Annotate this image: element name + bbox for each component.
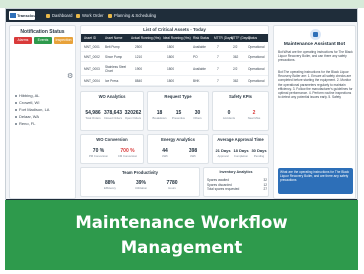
metric: 30 Others <box>193 110 202 120</box>
list-item[interactable]: Reno, FL <box>15 120 75 127</box>
settings-icon[interactable]: ⚙ <box>67 73 74 80</box>
table-title: List of Critical Assets - Today <box>143 27 206 32</box>
list-item: Total spares requested 27 <box>207 187 267 191</box>
notification-panel: Notification Status Alarms Events Inspec… <box>9 25 76 199</box>
metric: 320262 Open Orders <box>124 110 142 120</box>
energy-analytics-card: Energy Analytics 44 kWh 398 kWh <box>147 134 209 164</box>
metric: 44 kWh <box>162 148 168 158</box>
metric: 15 Preventive <box>171 110 186 120</box>
request-type-card: Request Type 18 Breakdown 15 Preventive 30… <box>147 91 209 131</box>
events-button[interactable]: Events <box>34 37 52 44</box>
column-header: Status <box>248 36 258 40</box>
alerts-list: Hibbing, AL Crowell, WI Fort Madison, LA… <box>15 92 75 127</box>
metric: 18 Breakdown <box>152 110 167 120</box>
caption-line-1: Maintenance Workflow <box>75 213 288 232</box>
table-row[interactable]: MNT_0001 Belt Pump 2500 1800 Available 7… <box>81 43 268 52</box>
bot-message: Bot:What are the operating instructions … <box>278 50 353 63</box>
notification-title: Notification Status <box>20 29 65 35</box>
metric: 39% Utilization <box>134 180 148 190</box>
metric: 54,986 Total Orders <box>85 110 101 120</box>
logo-text: Transcloud <box>17 13 39 18</box>
nav-planning-scheduling[interactable]: Planning & Scheduling <box>108 12 156 20</box>
inventory-list: Spares awaited 32 Spares discarded 12 Tota… <box>207 178 267 192</box>
column-header: MTTF (Days) <box>231 36 250 40</box>
card-title: Safety KPIs <box>228 94 253 99</box>
card-title: WO Analytics <box>98 94 126 99</box>
app-screenshot: Transcloud Dashboard Work Order Planning… <box>5 8 358 201</box>
column-header: Asset ID <box>84 36 97 40</box>
column-header: Ideal Running (Hrs) <box>163 36 191 40</box>
metric: 88% Efficiency <box>104 180 116 190</box>
inspection-button[interactable]: Inspection <box>54 37 73 44</box>
column-header: Actual Running (Hrs) <box>131 36 161 40</box>
logo-mark-icon <box>10 13 16 18</box>
assistant-title: Maintenance Assistant Bot <box>283 42 346 47</box>
card-title: Average Approval Time <box>217 137 264 142</box>
top-strip <box>0 0 364 8</box>
metric: 378,643 Closed Orders <box>103 110 123 120</box>
safety-kpis-card: Safety KPIs 0 Accidents 2 Near Miss <box>212 91 269 131</box>
card-title: Request Type <box>164 94 192 99</box>
card-title: Inventory Analytics <box>219 170 253 174</box>
card-title: Team Productivity <box>122 170 158 175</box>
column-header: Risk Status <box>193 36 210 40</box>
assistant-panel: Maintenance Assistant Bot Bot:What are t… <box>273 25 356 199</box>
table-row[interactable]: MNT_0003 Stainless Steel Chart 1900 1800… <box>81 63 268 76</box>
card-title: WO Conversion <box>96 137 128 142</box>
location-pin-icon <box>15 108 17 111</box>
work-order-icon <box>76 13 80 18</box>
metric: 398 kWh <box>188 148 198 158</box>
table-header: Asset ID Asset Name Actual Running (Hrs)… <box>81 34 268 42</box>
team-productivity-card: Team Productivity 88% Efficiency 39% Utili… <box>80 167 200 197</box>
table-row[interactable]: MNT_0002 Since Pump 1210 1800 PO 7 362 O… <box>81 53 268 62</box>
location-pin-icon <box>15 101 17 104</box>
metric: 2 Near Miss <box>247 110 261 120</box>
metric: 70 % PM Conversion <box>88 148 109 158</box>
metric: 21 Days Approval <box>215 148 231 158</box>
card-title: Energy Analytics <box>161 137 195 142</box>
location-pin-icon <box>15 115 17 118</box>
critical-assets-table: List of Critical Assets - Today Asset ID… <box>80 25 269 87</box>
wo-analytics-card: WO Analytics 54,986 Total Orders 378,643 C… <box>80 91 144 131</box>
nav-dashboard[interactable]: Dashboard <box>46 12 73 20</box>
approval-time-card: Average Approval Time 21 Days Approval 18… <box>212 134 269 164</box>
caption-line-2: Management <box>120 238 243 257</box>
location-pin-icon <box>15 122 17 125</box>
bot-message: Bot:The operating instructions for the B… <box>278 70 353 100</box>
caption-banner: Maintenance Workflow Management <box>5 200 358 270</box>
wo-conversion-card: WO Conversion 70 % PM Conversion 700 % CM … <box>80 134 144 164</box>
metric: 30 Days Pending <box>251 148 267 158</box>
metric: 7780 Hours <box>166 180 178 190</box>
calendar-icon <box>108 13 112 18</box>
inventory-analytics-card: Inventory Analytics Spares awaited 32 Spa… <box>203 167 269 197</box>
column-header: Asset Name <box>105 36 123 40</box>
dashboard-icon <box>46 13 50 18</box>
nav-work-order[interactable]: Work Order <box>76 12 104 20</box>
chat-input[interactable]: What are the operating instructions for … <box>278 168 353 194</box>
app-logo[interactable]: Transcloud <box>9 11 39 20</box>
alarms-button[interactable]: Alarms <box>14 37 32 44</box>
list-item[interactable]: Fort Madison, LA <box>15 106 75 113</box>
table-row[interactable]: MNT_0004 Ice Press 8840 1800 BHK 7 362 O… <box>81 77 268 86</box>
list-item[interactable]: Hibbing, AL <box>15 92 75 99</box>
bot-icon <box>310 29 321 40</box>
list-item[interactable]: Delaar, WA <box>15 113 75 120</box>
top-navigation-bar: Transcloud Dashboard Work Order Planning… <box>6 9 357 22</box>
list-item[interactable]: Crowell, WI <box>15 99 75 106</box>
metric: 0 Accidents <box>222 110 236 120</box>
metric: 700 % CM Conversion <box>117 148 138 158</box>
slide-frame: Transcloud Dashboard Work Order Planning… <box>0 0 364 274</box>
metric: 18 Days Completion <box>233 148 249 158</box>
location-pin-icon <box>15 94 17 97</box>
